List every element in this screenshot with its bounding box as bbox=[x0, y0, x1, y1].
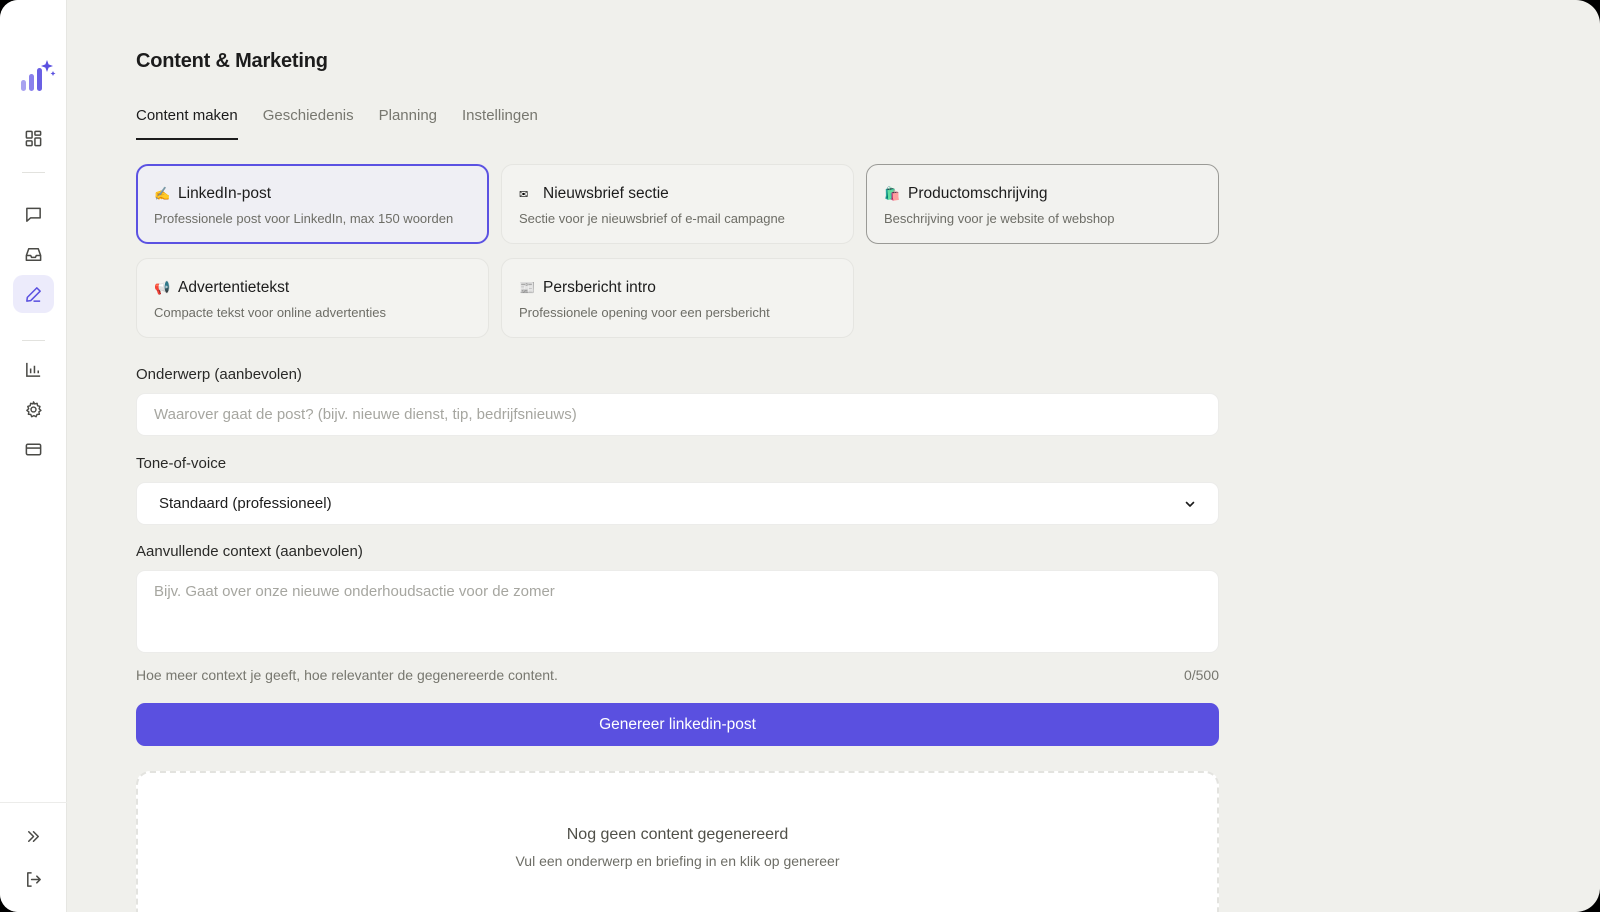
writing-hand-icon: ✍️ bbox=[154, 186, 171, 201]
tab-planning[interactable]: Planning bbox=[379, 106, 437, 140]
credit-card-icon bbox=[25, 443, 42, 455]
bar-chart-icon bbox=[26, 362, 41, 377]
expand-sidebar-button[interactable] bbox=[13, 817, 54, 855]
empty-state-subtitle: Vul een onderwerp en briefing in en klik… bbox=[515, 853, 840, 869]
content-type-card-product[interactable]: 🛍️ Productomschrijving Beschrijving voor… bbox=[866, 164, 1219, 244]
generate-button[interactable]: Genereer linkedin-post bbox=[136, 703, 1219, 746]
tab-geschiedenis[interactable]: Geschiedenis bbox=[263, 106, 354, 140]
sidebar-item-analytics[interactable] bbox=[13, 350, 54, 388]
inbox-icon bbox=[25, 247, 42, 261]
character-counter: 0/500 bbox=[1183, 667, 1219, 683]
tone-select-value: Standaard (professioneel) bbox=[159, 495, 332, 512]
megaphone-icon: 📢 bbox=[154, 280, 171, 295]
sidebar bbox=[0, 0, 67, 912]
card-description: Sectie voor je nieuwsbrief of e-mail cam… bbox=[519, 211, 785, 226]
tab-bar: Content maken Geschiedenis Planning Inst… bbox=[136, 106, 563, 140]
chevron-down-icon bbox=[1185, 501, 1195, 507]
page-title: Content & Marketing bbox=[136, 50, 328, 72]
empty-state-title: Nog geen content gegenereerd bbox=[566, 826, 789, 843]
card-description: Professionele post voor LinkedIn, max 15… bbox=[154, 211, 454, 226]
subject-input[interactable] bbox=[136, 393, 1219, 436]
card-description: Compacte tekst voor online advertenties bbox=[154, 305, 386, 320]
context-label: Aanvullende context (aanbevolen) bbox=[136, 543, 363, 560]
tab-content-maken[interactable]: Content maken bbox=[136, 106, 238, 140]
tab-instellingen[interactable]: Instellingen bbox=[462, 106, 538, 140]
card-title: Advertentietekst bbox=[178, 279, 290, 296]
dashboard-grid-icon bbox=[25, 130, 42, 146]
shopping-bags-icon: 🛍️ bbox=[884, 186, 901, 201]
app-logo-icon bbox=[21, 60, 56, 91]
card-description: Beschrijving voor je website of webshop bbox=[884, 211, 1115, 226]
sidebar-item-content[interactable] bbox=[13, 275, 54, 313]
output-empty-state: Nog geen content gegenereerd Vul een ond… bbox=[136, 771, 1219, 912]
content-type-card-newsletter[interactable]: ✉ Nieuwsbrief sectie Sectie voor je nieu… bbox=[501, 164, 854, 244]
pen-icon bbox=[26, 286, 41, 302]
sidebar-item-dashboard[interactable] bbox=[13, 119, 54, 157]
card-title: Productomschrijving bbox=[908, 185, 1048, 202]
card-title: Nieuwsbrief sectie bbox=[543, 185, 669, 202]
sidebar-item-inbox[interactable] bbox=[13, 235, 54, 273]
newspaper-icon: 📰 bbox=[519, 280, 536, 295]
card-description: Professionele opening voor een persberic… bbox=[519, 305, 770, 320]
envelope-icon: ✉ bbox=[519, 188, 529, 201]
card-title: Persbericht intro bbox=[543, 279, 656, 296]
content-type-card-ad[interactable]: 📢 Advertentietekst Compacte tekst voor o… bbox=[136, 258, 489, 338]
tone-select[interactable]: Standaard (professioneel) bbox=[136, 482, 1219, 525]
sidebar-divider bbox=[22, 340, 45, 341]
sidebar-bottom-divider bbox=[0, 802, 67, 803]
sidebar-divider bbox=[22, 172, 45, 173]
gear-icon bbox=[26, 400, 42, 417]
sidebar-item-chat[interactable] bbox=[13, 195, 54, 233]
content-type-card-linkedin[interactable]: ✍️ LinkedIn-post Professionele post voor… bbox=[136, 164, 489, 244]
logout-button[interactable] bbox=[13, 860, 54, 898]
context-textarea[interactable] bbox=[136, 570, 1219, 653]
chat-bubble-icon bbox=[26, 207, 41, 222]
content-type-card-press[interactable]: 📰 Persbericht intro Professionele openin… bbox=[501, 258, 854, 338]
expand-chevrons-icon bbox=[27, 830, 40, 842]
sidebar-item-billing[interactable] bbox=[13, 430, 54, 468]
logout-icon bbox=[27, 871, 41, 887]
app-window: Content & Marketing Content maken Geschi… bbox=[0, 0, 1600, 912]
context-hint: Hoe meer context je geeft, hoe relevante… bbox=[136, 667, 558, 683]
card-title: LinkedIn-post bbox=[178, 185, 272, 202]
subject-label: Onderwerp (aanbevolen) bbox=[136, 366, 302, 383]
sidebar-item-settings[interactable] bbox=[13, 390, 54, 428]
tone-label: Tone-of-voice bbox=[136, 455, 227, 472]
